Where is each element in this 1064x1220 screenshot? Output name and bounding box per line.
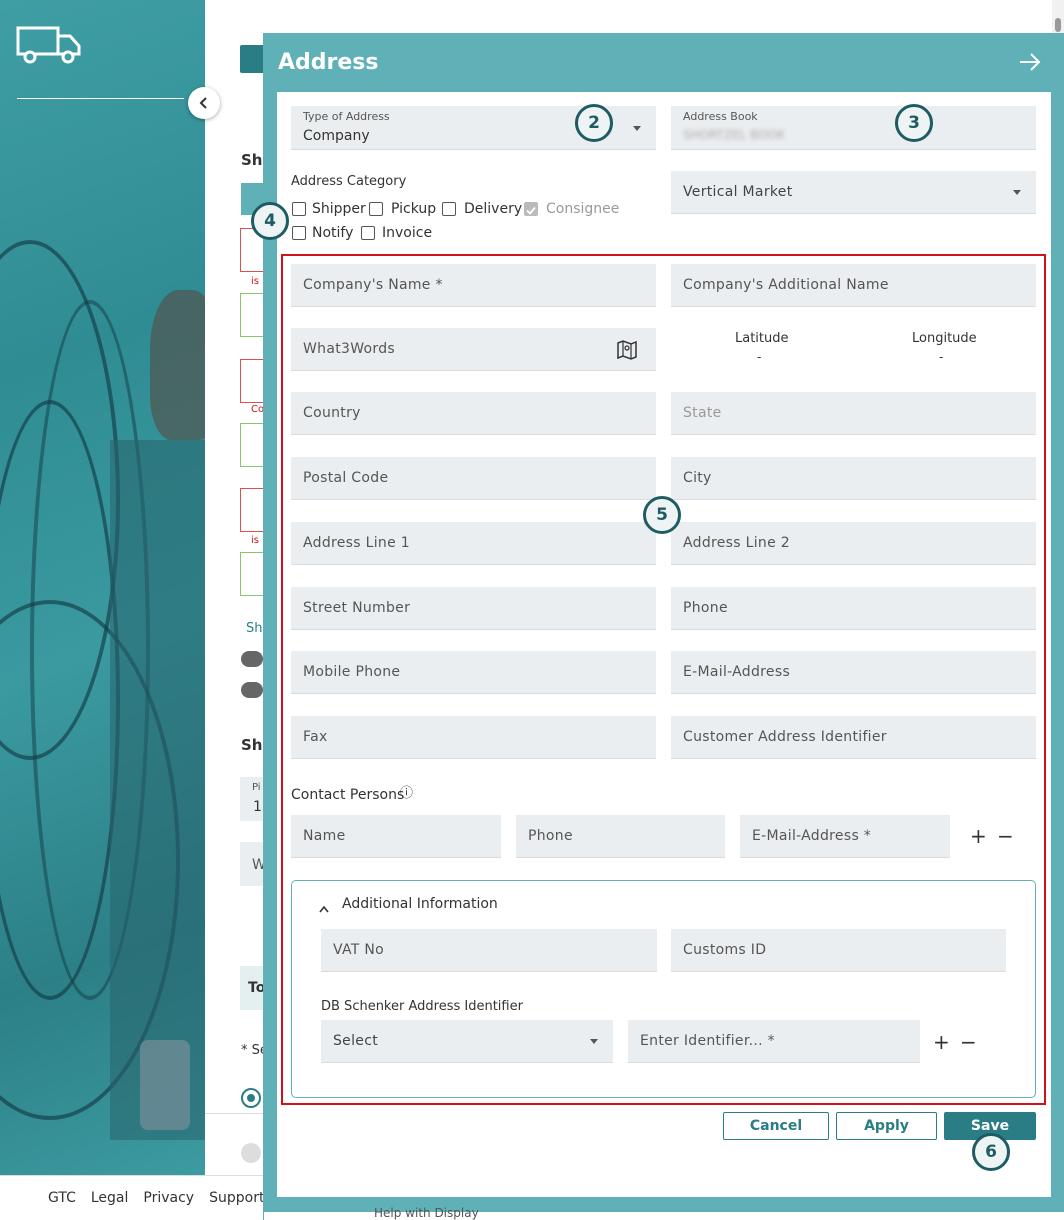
shipper-label: Shipper [312, 201, 366, 217]
bg-toggle [241, 682, 263, 698]
address-book-label: Address Book [683, 110, 758, 123]
footer-link-legal[interactable]: Legal [91, 1190, 129, 1206]
address-category-label: Address Category [291, 174, 407, 189]
chevron-down-icon [633, 126, 641, 131]
truck-logo-icon [16, 26, 82, 68]
bg-error-text: is [251, 276, 259, 287]
background-photo [0, 0, 205, 1175]
footer-link-support[interactable]: Support [209, 1190, 264, 1206]
shipper-checkbox[interactable] [292, 202, 306, 216]
annotation-badge-4: 4 [251, 202, 289, 240]
panel-title: Address [278, 50, 379, 75]
footer-link-privacy[interactable]: Privacy [143, 1190, 194, 1206]
invoice-label: Invoice [382, 225, 433, 241]
sidebar-divider [17, 98, 184, 99]
help-with-display-text: Help with Display [374, 1206, 479, 1220]
cancel-button[interactable]: Cancel [723, 1112, 829, 1140]
pickup-label: Pickup [391, 201, 437, 217]
chevron-left-icon [199, 94, 209, 113]
footer-link-gtc[interactable]: GTC [48, 1190, 76, 1206]
vertical-market-placeholder: Vertical Market [683, 184, 793, 200]
scrollbar[interactable] [1052, 0, 1064, 33]
apply-button[interactable]: Apply [836, 1112, 937, 1140]
chevron-down-icon [1013, 190, 1021, 195]
bg-radio [241, 1088, 261, 1108]
footer: GTC Legal Privacy Support [0, 1175, 264, 1220]
bg-radio-blurred [241, 1143, 261, 1163]
consignee-checkbox [524, 202, 538, 216]
type-of-address-value: Company [303, 128, 370, 144]
scrollbar-thumb[interactable] [1055, 18, 1061, 32]
bg-separator [205, 1113, 265, 1114]
bg-toggle [241, 651, 263, 667]
vertical-market-select[interactable]: Vertical Market [671, 171, 1036, 214]
notify-label: Notify [312, 225, 354, 241]
delivery-checkbox[interactable] [442, 202, 456, 216]
collapse-sidebar-button[interactable] [188, 87, 220, 119]
bg-link: Sh [246, 621, 263, 636]
bg-field-value: 1 [253, 799, 262, 815]
close-panel-arrow-icon[interactable] [1018, 52, 1042, 76]
consignee-label: Consignee [546, 201, 620, 217]
annotation-badge-3: 3 [895, 104, 933, 142]
annotation-badge-6: 6 [972, 1133, 1010, 1171]
notify-checkbox[interactable] [292, 226, 306, 240]
type-of-address-label: Type of Address [303, 110, 390, 123]
highlight-frame [281, 254, 1046, 1105]
annotation-badge-2: 2 [575, 104, 613, 142]
invoice-checkbox[interactable] [361, 226, 375, 240]
bg-error-text: is [251, 535, 259, 546]
bottom-partial-bar: Help with Display [264, 1206, 1064, 1220]
address-book-value: SHORTZEL BOOK [683, 128, 785, 142]
delivery-label: Delivery [464, 201, 523, 217]
bg-field-label: Pi [252, 782, 261, 793]
check-icon [526, 200, 536, 219]
pickup-checkbox[interactable] [369, 202, 383, 216]
annotation-badge-5: 5 [643, 496, 681, 534]
